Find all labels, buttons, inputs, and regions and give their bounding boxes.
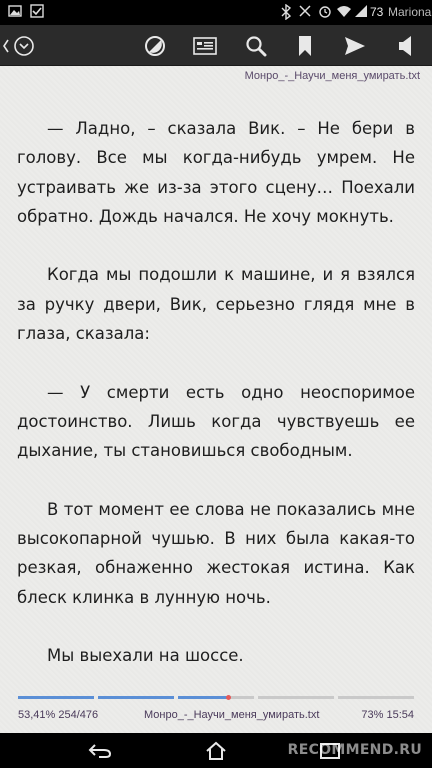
day-night-button[interactable] <box>133 25 177 66</box>
book-info-button[interactable] <box>183 25 227 66</box>
checkbox-icon <box>30 4 44 20</box>
search-button[interactable] <box>234 25 278 66</box>
progress-segment <box>178 696 254 699</box>
contrast-icon <box>145 35 165 56</box>
carrier-label: Mariona <box>388 5 432 19</box>
home-nav-icon <box>206 741 226 760</box>
progress-segment <box>258 696 334 699</box>
wifi-icon <box>336 4 352 20</box>
bookmark-icon <box>299 35 311 56</box>
book-text: — Ладно, – сказала Вик. – Не бери в голо… <box>17 114 415 671</box>
send-icon <box>345 36 365 55</box>
paragraph: Мы выехали на шоссе. <box>47 646 244 666</box>
bookmark-button[interactable] <box>283 25 327 66</box>
paragraph: В тот момент ее слова не показались мне … <box>17 499 415 607</box>
read-aloud-button[interactable] <box>384 25 428 66</box>
watermark: RECOMMEND.RU <box>287 742 422 758</box>
progress-label: 53,41% 254/476 <box>18 709 99 721</box>
book-info-icon <box>193 36 217 55</box>
image-icon <box>8 4 22 20</box>
search-icon <box>246 35 267 56</box>
footer-filename: Монро_-_Научи_меня_умирать.txt <box>144 709 320 721</box>
battery-percent: 73 <box>370 5 384 19</box>
battery-time-label: 73% 15:54 <box>361 709 414 721</box>
reading-area[interactable]: Монро_-_Научи_меня_умирать.txt — Ладно, … <box>0 66 432 733</box>
cellular-icon <box>354 4 368 20</box>
progress-segment <box>338 696 414 699</box>
progress-fill <box>178 696 229 699</box>
progress-segment <box>18 696 94 699</box>
alarm-icon <box>318 4 332 20</box>
bluetooth-icon <box>280 3 292 21</box>
nav-home-button[interactable] <box>186 733 246 768</box>
reader-footer: 53,41% 254/476 Монро_-_Научи_меня_умират… <box>0 705 432 727</box>
reading-progress-bar[interactable] <box>18 696 414 699</box>
progress-segment <box>98 696 174 699</box>
paragraph: — У смерти есть одно неоспоримое достоин… <box>17 382 415 461</box>
nav-back-button[interactable] <box>70 733 130 768</box>
back-button[interactable] <box>0 25 40 66</box>
send-button[interactable] <box>333 25 377 66</box>
progress-fill <box>18 696 94 699</box>
back-nav-icon <box>88 743 112 758</box>
paragraph: — Ладно, – сказала Вик. – Не бери в голо… <box>17 119 415 226</box>
signal-icon <box>298 4 312 20</box>
paragraph: Когда мы подошли к машине, и я взялся за… <box>17 265 415 344</box>
reader-toolbar <box>0 25 432 66</box>
back-icon <box>3 35 34 56</box>
book-filename-header: Монро_-_Научи_меня_умирать.txt <box>244 70 420 82</box>
progress-fill <box>98 696 174 699</box>
status-bar: 73 Mariona <box>0 0 432 25</box>
volume-icon <box>399 35 411 56</box>
system-navigation-bar: RECOMMEND.RU <box>0 733 432 768</box>
